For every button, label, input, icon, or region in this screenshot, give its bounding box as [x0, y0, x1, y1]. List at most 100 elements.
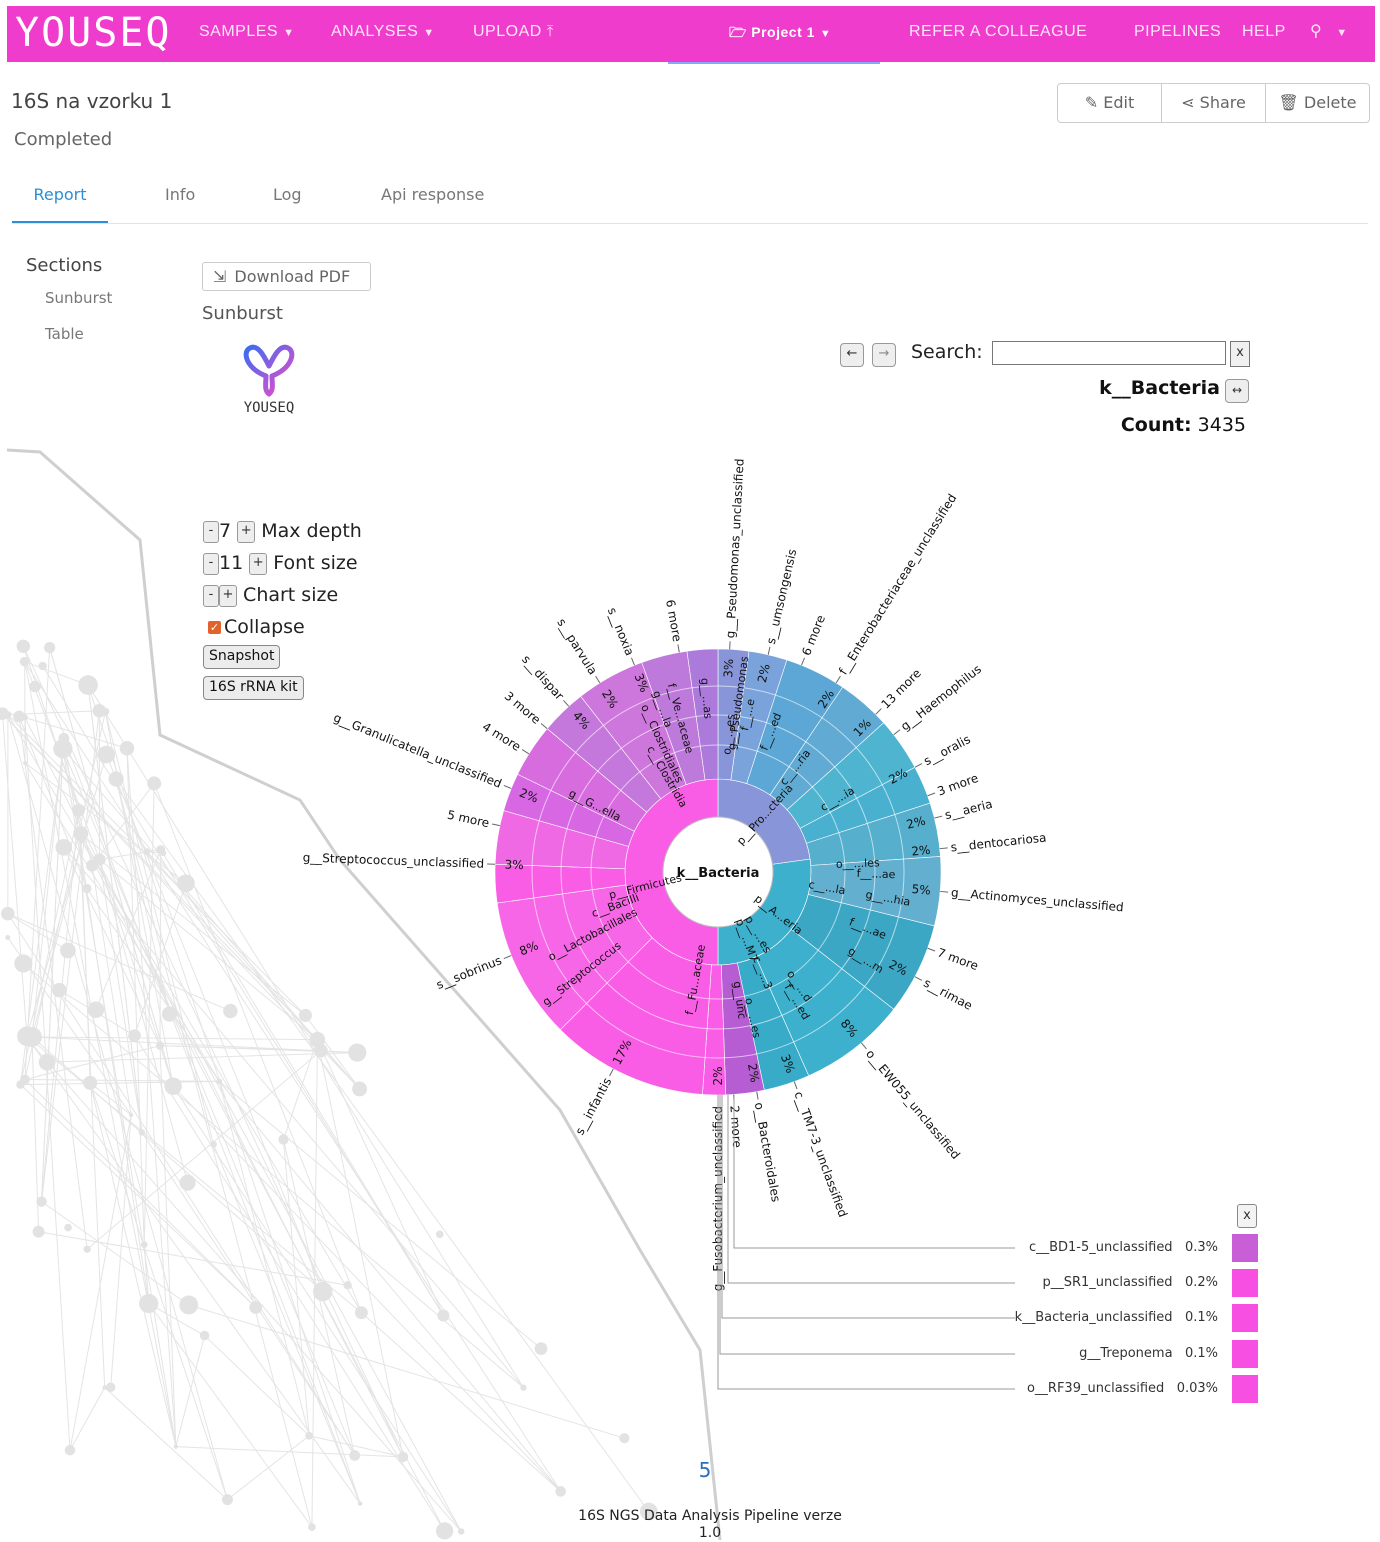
max-depth-increase-button[interactable]: +: [237, 521, 255, 543]
outer-segment-label: s__aeria: [943, 797, 994, 822]
tab-report[interactable]: Report: [12, 175, 108, 223]
legend-label: c__BD1-5_unclassified 0.3%: [1029, 1240, 1218, 1255]
nav-project-dropdown[interactable]: 🗁 Project 1▼: [729, 6, 831, 62]
outer-segment-label: g__Streptococcus_unclassified: [302, 851, 484, 871]
edit-button[interactable]: ✎ Edit: [1058, 84, 1162, 122]
legend-item[interactable]: c__BD1-5_unclassified 0.3%: [900, 1234, 1258, 1262]
caret-down-icon: ▼: [1336, 27, 1347, 39]
label-tick: [757, 1092, 758, 1100]
legend-item[interactable]: k__Bacteria_unclassified 0.1%: [900, 1304, 1258, 1332]
top-navbar: YOUSEQ SAMPLES▼ ANALYSES▼ UPLOAD ⤒ 🗁 Pro…: [7, 6, 1375, 62]
section-link-sunburst[interactable]: Sunburst: [45, 289, 112, 307]
chart-size-increase-button[interactable]: +: [219, 585, 237, 607]
brand-logo[interactable]: YOUSEQ: [15, 10, 172, 56]
tab-info[interactable]: Info: [165, 175, 195, 221]
youseq-logo: YOUSEQ: [236, 342, 302, 422]
outer-segment-label: 3 more: [502, 689, 544, 727]
max-depth-label: Max depth: [261, 520, 362, 542]
label-tick: [934, 816, 942, 818]
caret-down-icon: ▼: [820, 28, 831, 40]
search-input[interactable]: [992, 341, 1226, 365]
legend-swatch: [1232, 1340, 1258, 1368]
font-size-value: 11: [219, 552, 243, 574]
legend-label: k__Bacteria_unclassified 0.1%: [1015, 1310, 1218, 1325]
outer-segment-label: 4 more: [480, 720, 524, 754]
chart-size-label: Chart size: [243, 584, 338, 606]
max-depth-decrease-button[interactable]: -: [203, 521, 219, 543]
delete-button[interactable]: 🗑 Delete: [1266, 84, 1369, 122]
tab-log[interactable]: Log: [273, 175, 302, 221]
search-label: Search:: [911, 341, 983, 363]
nav-help[interactable]: HELP: [1242, 6, 1286, 62]
outer-segment-label: s__rimae: [921, 976, 974, 1013]
inner-segment-label: f__...ae: [856, 867, 896, 881]
legend-item[interactable]: o__RF39_unclassified 0.03%: [900, 1375, 1258, 1403]
outer-segment-label: o__EW055_unclassified: [863, 1047, 963, 1162]
logo-wordmark: YOUSEQ: [236, 400, 302, 416]
legend-swatch: [1232, 1234, 1258, 1262]
chart-size-decrease-button[interactable]: -: [203, 585, 219, 607]
page-title: 16S na vzorku 1: [11, 89, 172, 113]
label-tick: [596, 676, 600, 683]
chart-size-control: -+ Chart size: [203, 584, 338, 607]
font-size-label: Font size: [273, 552, 357, 574]
outer-segment-label: s__infantis: [573, 1075, 615, 1137]
label-tick: [768, 647, 770, 655]
outer-segment-label: g__Granulicatella_unclassified: [331, 710, 503, 790]
max-depth-value: 7: [219, 520, 231, 542]
nav-analyses[interactable]: ANALYSES▼: [331, 6, 435, 62]
max-depth-control: -7 + Max depth: [203, 520, 362, 543]
font-size-decrease-button[interactable]: -: [203, 553, 219, 575]
label-tick: [940, 891, 948, 892]
count-readout: Count: 3435: [1090, 414, 1246, 436]
label-tick: [610, 1069, 614, 1076]
back-arrow-button[interactable]: ←: [840, 343, 864, 367]
active-nav-indicator: [668, 62, 880, 64]
outer-segment-label: 3 more: [935, 771, 980, 799]
nav-refer-colleague[interactable]: REFER A COLLEAGUE: [909, 6, 1087, 62]
footer-text: 16S NGS Data Analysis Pipeline verze 1.0: [540, 1508, 880, 1542]
legend-item[interactable]: g__Treponema 0.1%: [900, 1340, 1258, 1368]
legend-item[interactable]: p__SR1_unclassified 0.2%: [900, 1269, 1258, 1297]
collapse-checkbox[interactable]: ✓: [208, 621, 221, 634]
share-icon: ⋖: [1181, 93, 1194, 112]
outer-segment-label: s__dentocariosa: [950, 831, 1047, 855]
label-tick: [861, 1043, 866, 1049]
collapse-control[interactable]: ✓Collapse: [208, 616, 305, 638]
outer-segment-label: 7 more: [935, 945, 980, 973]
label-tick: [678, 645, 679, 653]
snapshot-button[interactable]: Snapshot: [203, 645, 280, 669]
share-button[interactable]: ⋖ Share: [1162, 84, 1266, 122]
tab-api-response[interactable]: Api response: [381, 175, 484, 221]
segment-percent-label: 2%: [711, 1066, 725, 1085]
nav-samples[interactable]: SAMPLES▼: [199, 6, 294, 62]
legend-close-button[interactable]: x: [1237, 1204, 1257, 1228]
tab-bar: Report Info Log Api response: [12, 175, 1368, 224]
user-icon: ⚲: [1310, 23, 1322, 40]
sections-heading: Sections: [26, 255, 102, 276]
user-menu[interactable]: ⚲▼: [1310, 6, 1348, 62]
upload-icon: ⤒: [547, 23, 554, 40]
label-tick: [492, 824, 500, 826]
forward-arrow-button[interactable]: →: [872, 343, 896, 367]
label-tick: [915, 977, 922, 981]
nav-upload[interactable]: UPLOAD ⤒: [473, 6, 554, 62]
outer-segment-label: 13 more: [879, 666, 924, 711]
download-pdf-button[interactable]: ⇲Download PDF: [202, 262, 371, 291]
outer-segment-label: 5 more: [446, 808, 491, 831]
outer-segment-label: 2 more: [727, 1105, 744, 1148]
nav-pipelines[interactable]: PIPELINES: [1134, 6, 1221, 62]
focus-details-button[interactable]: ↔: [1225, 379, 1249, 403]
label-tick: [802, 658, 805, 665]
font-size-increase-button[interactable]: +: [249, 553, 267, 575]
kit-button[interactable]: 16S rRNA kit: [203, 676, 304, 700]
status-text: Completed: [14, 129, 112, 150]
search-clear-button[interactable]: x: [1230, 341, 1250, 367]
sunburst-section-title: Sunburst: [202, 303, 283, 324]
footer-line-2: 1.0: [540, 1525, 880, 1542]
legend-swatch: [1232, 1304, 1258, 1332]
label-tick: [876, 709, 882, 715]
section-link-table[interactable]: Table: [45, 325, 84, 343]
label-tick: [928, 948, 936, 951]
folder-icon: 🗁: [729, 24, 747, 40]
